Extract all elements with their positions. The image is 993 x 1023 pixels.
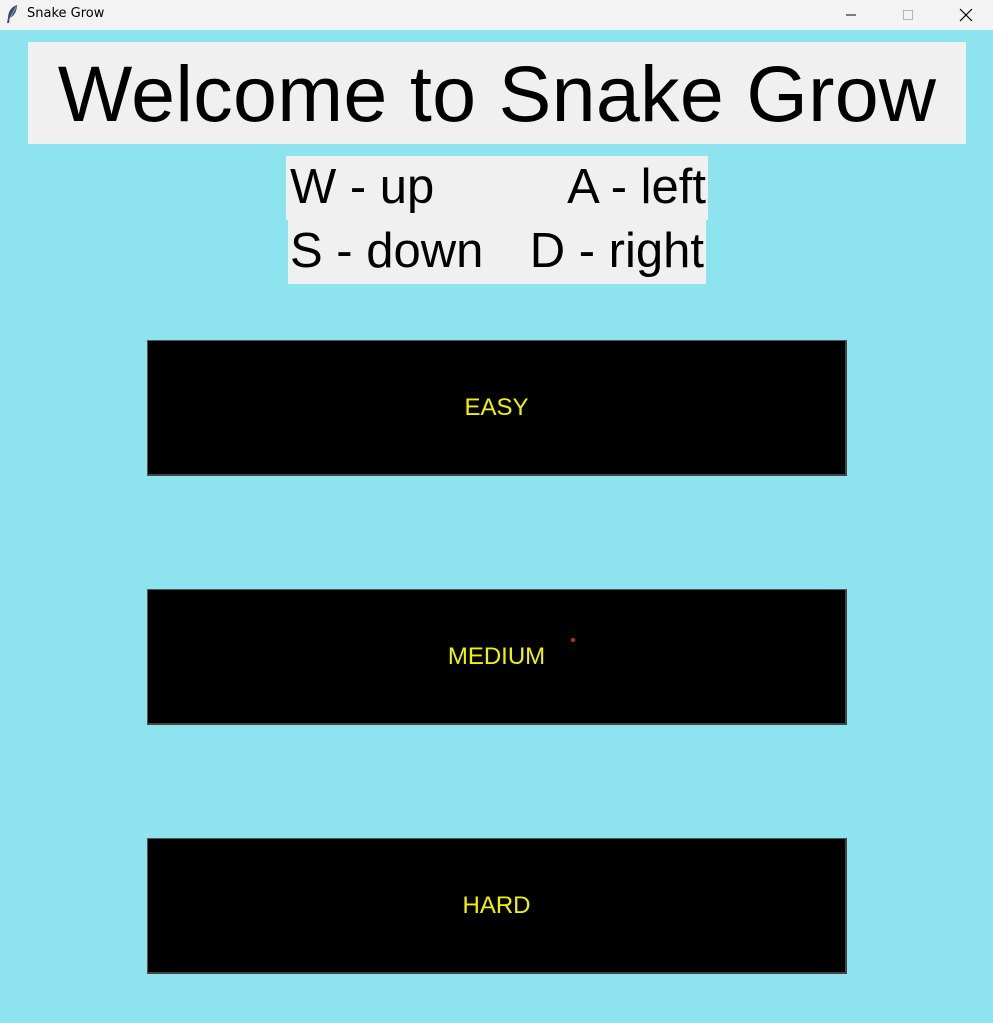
welcome-heading: Welcome to Snake Grow (57, 48, 937, 138)
medium-button[interactable]: MEDIUM (147, 589, 847, 725)
controls-help-row-2: S - down D - right (288, 220, 706, 284)
minimize-icon (846, 14, 856, 16)
feather-icon (7, 5, 17, 23)
hard-button-label: HARD (462, 891, 531, 919)
mouse-cursor-dot (571, 638, 575, 642)
window-title: Snake Grow (27, 6, 105, 21)
control-down-label: S - down (290, 224, 484, 278)
control-up-label: W - up (290, 160, 435, 214)
welcome-heading-box: Welcome to Snake Grow (28, 42, 966, 144)
maximize-icon (903, 10, 913, 20)
easy-button[interactable]: EASY (147, 340, 847, 476)
control-left-label: A - left (567, 160, 706, 214)
control-right-label: D - right (529, 224, 704, 278)
game-window: Snake Grow Welcome to Snake Grow W - up … (0, 0, 993, 1023)
close-icon (959, 8, 973, 22)
minimize-button[interactable] (828, 0, 874, 30)
easy-button-label: EASY (464, 393, 529, 421)
controls-help-row-1: W - up A - left (286, 156, 708, 220)
title-bar[interactable]: Snake Grow (0, 0, 993, 30)
maximize-button[interactable] (885, 0, 931, 30)
medium-button-label: MEDIUM (447, 642, 546, 670)
close-button[interactable] (943, 0, 989, 30)
hard-button[interactable]: HARD (147, 838, 847, 974)
